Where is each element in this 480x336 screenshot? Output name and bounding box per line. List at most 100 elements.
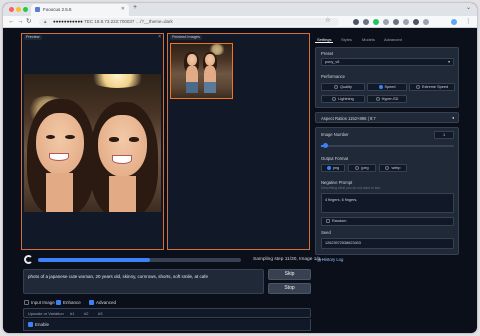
tab-list-chevron-icon[interactable]: ⌄: [466, 4, 471, 11]
menu-kebab-icon[interactable]: ⋮: [465, 17, 472, 27]
progress-text: Sampling step 11/30, Image 1/1...: [253, 257, 325, 262]
seed-input[interactable]: 12623972538623403: [321, 238, 454, 249]
chevron-down-icon: ▾: [448, 60, 450, 64]
negative-prompt-hint: Describing what you do not want to see.: [321, 186, 382, 190]
history-log-link[interactable]: ▤ History Log: [317, 257, 343, 262]
preview-image: [24, 74, 161, 212]
close-window-button[interactable]: [9, 7, 14, 12]
chevron-left-icon: ◂: [451, 115, 454, 120]
preset-select[interactable]: pony_v6 ▾: [321, 58, 454, 66]
browser-titlebar: Fooocus 2.5.5 ✕ + ⌄: [3, 3, 477, 16]
tab-advanced[interactable]: Advanced: [384, 37, 402, 42]
gallery-thumbnail[interactable]: [170, 43, 233, 99]
performance-extreme-speed[interactable]: Extreme Speed: [409, 83, 455, 91]
option-label: Quality: [340, 85, 352, 89]
format-jpeg[interactable]: jpeg: [348, 164, 376, 172]
negative-prompt-input[interactable]: 4 fingers, 6 fingers,: [321, 193, 454, 213]
upscale-tab-bar: Upscale or Variation #1 #2 #3: [23, 308, 311, 318]
address-bar[interactable]: ▲ ●●●●●●●●●●● TEC 18.8.73.222:700037 …/?…: [39, 18, 339, 26]
stop-button[interactable]: Stop: [268, 283, 311, 294]
maximize-window-button[interactable]: [23, 7, 28, 12]
enhance-checkbox[interactable]: Enhance: [56, 300, 81, 305]
extension-icon[interactable]: [413, 19, 419, 25]
extension-icon[interactable]: [423, 19, 429, 25]
radio-icon: [415, 85, 420, 89]
extension-icon[interactable]: [403, 19, 409, 25]
skip-button[interactable]: Skip: [268, 269, 311, 280]
finished-images-panel: Finished Images: [167, 33, 310, 250]
random-label: Random: [332, 219, 347, 223]
tab-models[interactable]: Models: [362, 37, 375, 42]
performance-speed[interactable]: Speed: [367, 83, 407, 91]
reload-icon[interactable]: ↻: [26, 17, 31, 27]
option-label: Hyper-SD: [381, 97, 399, 101]
radio-icon: [326, 166, 331, 170]
output-format-label: Output Format: [321, 156, 348, 161]
browser-window: Fooocus 2.5.5 ✕ + ⌄ ← → ↻ ▲ ●●●●●●●●●●● …: [3, 3, 477, 333]
tab-1[interactable]: #1: [70, 311, 74, 316]
performance-hyper-sd[interactable]: Hyper-SD: [367, 95, 407, 103]
image-number-slider[interactable]: [321, 143, 454, 148]
slider-handle[interactable]: [322, 143, 328, 148]
profile-avatar[interactable]: [451, 19, 457, 25]
minimize-window-button[interactable]: [16, 7, 21, 12]
option-label: Speed: [384, 85, 396, 89]
url-host: ●●●●●●●●●●●: [53, 19, 83, 24]
bookmark-star-icon[interactable]: ☆: [325, 16, 331, 26]
checkbox-box: [28, 322, 33, 327]
extension-icon[interactable]: [373, 19, 379, 25]
random-seed-checkbox[interactable]: Random: [321, 217, 454, 226]
back-icon[interactable]: ←: [8, 17, 15, 27]
option-label: Lightning: [338, 97, 354, 101]
browser-tab[interactable]: Fooocus 2.5.5 ✕: [31, 4, 129, 16]
tab-upscale-variation[interactable]: Upscale or Variation: [28, 311, 64, 316]
tab-3[interactable]: #3: [98, 311, 102, 316]
prompt-input[interactable]: photo of a japanese cute woman, 20 years…: [23, 269, 264, 294]
aspect-ratio-label: Aspect Ratios 1152×896 | 9:7: [321, 116, 376, 121]
lock-icon: ▲: [43, 19, 48, 24]
forward-icon[interactable]: →: [17, 17, 24, 27]
preset-label: Preset: [321, 51, 334, 56]
extension-icon[interactable]: [383, 19, 389, 25]
enable-checkbox[interactable]: Enable: [28, 322, 49, 327]
tab-favicon-icon: [35, 7, 40, 12]
tab-title: Fooocus 2.5.5: [43, 7, 72, 12]
extension-icon[interactable]: [363, 19, 369, 25]
checkbox-label: Enhance: [63, 300, 81, 305]
negative-prompt-label: Negative Prompt: [321, 180, 353, 185]
format-png[interactable]: png: [321, 164, 345, 172]
option-label: Extreme Speed: [421, 85, 449, 89]
radio-icon: [355, 166, 360, 170]
aspect-ratio-accordion[interactable]: Aspect Ratios 1152×896 | 9:7 ◂: [315, 112, 459, 123]
tab-styles[interactable]: Styles: [341, 37, 352, 42]
history-log-label: History Log: [322, 257, 344, 262]
radio-icon: [378, 85, 383, 89]
tab-settings[interactable]: Settings: [315, 37, 334, 43]
performance-quality[interactable]: Quality: [321, 83, 365, 91]
tab-close-icon[interactable]: ✕: [121, 6, 125, 12]
performance-label: Performance: [321, 74, 345, 79]
preset-value: pony_v6: [325, 60, 340, 64]
url-path: TEC 18.8.73.222:700037 …/?__theme=dark: [84, 19, 173, 24]
browser-toolbar: ← → ↻ ▲ ●●●●●●●●●●● TEC 18.8.73.222:7000…: [3, 16, 477, 28]
image-number-input[interactable]: 1: [434, 131, 454, 139]
input-image-checkbox[interactable]: Input Image: [24, 300, 55, 305]
new-tab-icon[interactable]: +: [133, 4, 137, 11]
radio-icon: [375, 97, 380, 101]
progress-bar-fill: [38, 258, 150, 262]
checkbox-box: [89, 300, 94, 305]
radio-icon: [385, 166, 390, 170]
close-icon[interactable]: ×: [158, 34, 161, 40]
option-label: jpeg: [361, 166, 369, 170]
advanced-checkbox[interactable]: Advanced: [89, 300, 116, 305]
enable-row: Enable: [23, 319, 311, 331]
image-number-label: Image Number: [321, 132, 349, 137]
progress-bar: [38, 258, 241, 262]
extension-icon[interactable]: [353, 19, 359, 25]
extension-icon[interactable]: [393, 19, 399, 25]
tab-2[interactable]: #2: [84, 311, 88, 316]
progress-spinner-icon: [24, 255, 33, 264]
preset-performance-panel: Preset pony_v6 ▾ Performance Quality Spe…: [315, 47, 459, 108]
format-webp[interactable]: webp: [379, 164, 407, 172]
performance-lightning[interactable]: Lightning: [321, 95, 365, 103]
